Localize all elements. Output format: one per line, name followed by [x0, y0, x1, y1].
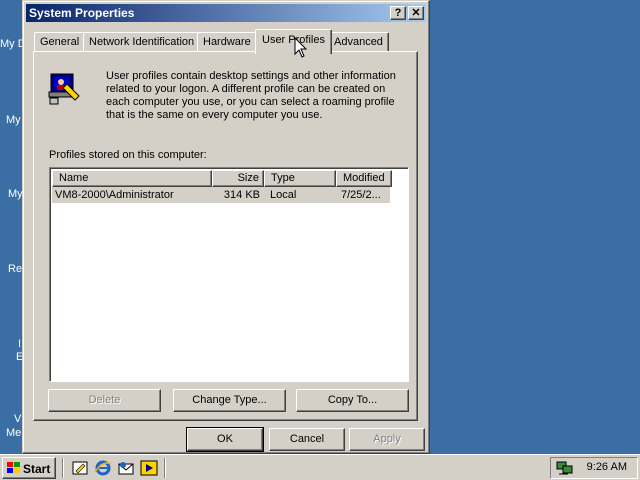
windows-logo-icon — [7, 462, 20, 473]
profiles-list-label: Profiles stored on this computer: — [49, 149, 207, 161]
clock[interactable]: 9:26 AM — [587, 461, 627, 473]
start-label: Start — [23, 462, 51, 476]
ok-button[interactable]: OK — [186, 427, 264, 452]
show-desktop-icon[interactable] — [71, 459, 89, 477]
copy-to-button[interactable]: Copy To... — [296, 389, 409, 412]
outlook-express-icon[interactable] — [117, 459, 135, 477]
user-profiles-description: User profiles contain desktop settings a… — [106, 70, 396, 121]
tab-advanced[interactable]: Advanced — [328, 32, 389, 52]
title-bar[interactable]: System Properties ? ✕ — [26, 4, 426, 22]
apply-button[interactable]: Apply — [349, 428, 425, 451]
cancel-button[interactable]: Cancel — [269, 428, 345, 451]
start-button[interactable]: Start — [2, 457, 56, 479]
system-tray: 9:26 AM — [550, 457, 638, 479]
column-header-type[interactable]: Type — [264, 170, 336, 187]
profiles-list[interactable]: Name Size Type Modified VM8-2000\Adminis… — [49, 167, 409, 382]
taskbar-divider — [62, 458, 64, 478]
user-profiles-panel: User profiles contain desktop settings a… — [33, 51, 418, 421]
column-header-modified[interactable]: Modified — [336, 170, 392, 187]
change-type-button[interactable]: Change Type... — [173, 389, 286, 412]
list-header: Name Size Type Modified — [52, 170, 392, 187]
user-profiles-icon — [48, 73, 80, 105]
tab-general[interactable]: General — [34, 32, 86, 52]
profile-type: Local — [270, 189, 297, 201]
table-row[interactable]: VM8-2000\Administrator 314 KB Local 7/25… — [52, 187, 390, 203]
mouse-cursor-icon — [294, 37, 308, 58]
system-properties-dialog: System Properties ? ✕ General Network Id… — [22, 0, 430, 454]
profile-size: 314 KB — [223, 189, 260, 201]
help-button[interactable]: ? — [390, 6, 406, 20]
close-button[interactable]: ✕ — [408, 6, 424, 20]
column-header-name[interactable]: Name — [52, 170, 212, 187]
column-header-size[interactable]: Size — [212, 170, 264, 187]
taskbar-divider — [164, 458, 166, 478]
tab-hardware[interactable]: Hardware — [197, 32, 257, 52]
taskbar: Start 9:26 AM — [0, 454, 640, 480]
window-title: System Properties — [29, 6, 135, 20]
network-connection-icon[interactable] — [556, 460, 574, 476]
delete-button[interactable]: Delete — [48, 389, 161, 412]
desktop-icon-label[interactable]: My D — [0, 38, 24, 50]
profile-modified: 7/25/2... — [341, 189, 381, 201]
internet-explorer-icon[interactable] — [94, 459, 112, 477]
profile-name: VM8-2000\Administrator — [55, 189, 174, 201]
tab-network-identification[interactable]: Network Identification — [83, 32, 201, 52]
media-player-icon[interactable] — [140, 459, 158, 477]
